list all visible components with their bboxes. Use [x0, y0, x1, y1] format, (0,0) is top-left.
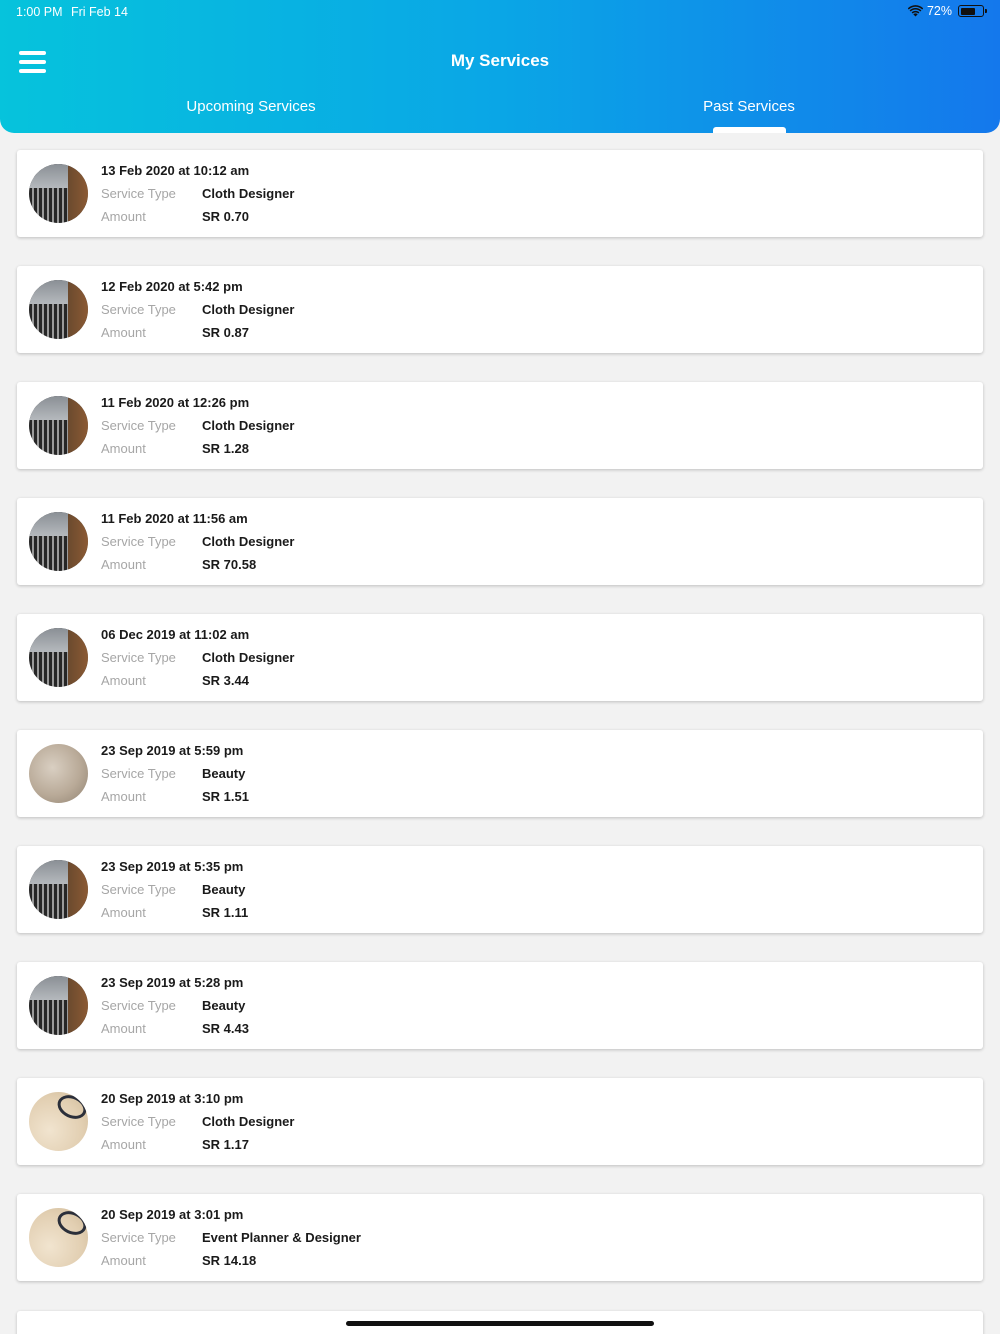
service-date: 23 Sep 2019 at 5:35 pm [101, 859, 244, 874]
service-card[interactable]: 13 Feb 2020 at 10:12 am Service Type Cloth… [17, 150, 983, 237]
service-type-label: Service Type [101, 302, 176, 317]
amount-label: Amount [101, 441, 146, 456]
service-type-label: Service Type [101, 650, 176, 665]
service-thumbnail [29, 164, 88, 223]
service-type-value: Cloth Designer [202, 302, 295, 317]
service-thumbnail [29, 396, 88, 455]
amount-label: Amount [101, 789, 146, 804]
page-title: My Services [450, 51, 550, 70]
service-card[interactable]: 20 Sep 2019 at 3:01 pm Service Type Event … [17, 1194, 983, 1281]
service-card[interactable]: 11 Feb 2020 at 12:26 pm Service Type Cloth… [17, 382, 983, 469]
amount-label: Amount [101, 1137, 146, 1152]
service-card[interactable]: 11 Feb 2020 at 11:56 am Service Type Cloth… [17, 498, 983, 585]
amount-value: SR 1.11 [202, 905, 249, 920]
service-card[interactable]: 23 Sep 2019 at 5:59 pm Service Type Beauty… [17, 730, 983, 817]
service-thumbnail [29, 1208, 88, 1267]
tab-past-services[interactable]: Past Services [648, 98, 850, 115]
amount-label: Amount [101, 1253, 146, 1268]
service-card[interactable]: 12 Feb 2020 at 5:42 pm Service Type Cloth … [17, 266, 983, 353]
service-card[interactable]: 06 Dec 2019 at 11:02 am Service Type Cloth… [17, 614, 983, 701]
battery-cap [985, 9, 987, 13]
service-type-value: Cloth Designer [202, 650, 295, 665]
service-type-value: Beauty [202, 882, 246, 897]
service-date: 20 Sep 2019 at 3:10 pm [101, 1091, 244, 1106]
amount-value: SR 70.58 [202, 557, 257, 572]
amount-value: SR 0.70 [202, 209, 249, 224]
service-type-value: Cloth Designer [202, 534, 295, 549]
amount-value: SR 4.43 [202, 1021, 249, 1036]
amount-label: Amount [101, 325, 146, 340]
service-type-label: Service Type [101, 1114, 176, 1129]
home-indicator[interactable] [346, 1321, 654, 1326]
amount-label: Amount [101, 1021, 146, 1036]
service-type-value: Beauty [202, 766, 246, 781]
service-type-value: Event Planner & Designer [202, 1230, 361, 1245]
service-type-value: Beauty [202, 998, 246, 1013]
service-thumbnail [29, 976, 88, 1035]
status-date: Fri Feb 14 [71, 5, 128, 19]
service-date: 23 Sep 2019 at 5:59 pm [101, 743, 244, 758]
amount-value: SR 1.28 [202, 441, 249, 456]
battery-percent: 72% [926, 4, 952, 18]
service-thumbnail [29, 744, 88, 803]
service-thumbnail [29, 280, 88, 339]
service-type-label: Service Type [101, 534, 176, 549]
amount-value: SR 0.87 [202, 325, 249, 340]
service-type-label: Service Type [101, 186, 176, 201]
battery-icon [958, 5, 987, 17]
service-thumbnail [29, 860, 88, 919]
amount-label: Amount [101, 209, 146, 224]
service-type-label: Service Type [101, 882, 176, 897]
amount-label: Amount [101, 557, 146, 572]
service-date: 11 Feb 2020 at 12:26 pm [101, 395, 250, 410]
service-date: 13 Feb 2020 at 10:12 am [101, 163, 250, 178]
service-type-label: Service Type [101, 418, 176, 433]
service-card[interactable]: 20 Sep 2019 at 3:10 pm Service Type Cloth … [17, 1078, 983, 1165]
amount-value: SR 1.51 [202, 789, 249, 804]
service-date: 11 Feb 2020 at 11:56 am [101, 511, 248, 526]
battery-fill [960, 7, 975, 15]
amount-value: SR 14.18 [202, 1253, 257, 1268]
service-date: 06 Dec 2019 at 11:02 am [101, 627, 250, 642]
service-date: 12 Feb 2020 at 5:42 pm [101, 279, 243, 294]
service-type-value: Cloth Designer [202, 186, 295, 201]
service-type-label: Service Type [101, 998, 176, 1013]
service-type-value: Cloth Designer [202, 1114, 295, 1129]
service-date: 20 Sep 2019 at 3:01 pm [101, 1207, 244, 1222]
service-card[interactable]: 23 Sep 2019 at 5:35 pm Service Type Beauty… [17, 846, 983, 933]
service-thumbnail [29, 1092, 88, 1151]
status-time: 1:00 PM [16, 5, 63, 19]
amount-value: SR 1.17 [202, 1137, 249, 1152]
amount-value: SR 3.44 [202, 673, 249, 688]
service-type-value: Cloth Designer [202, 418, 295, 433]
service-thumbnail [29, 628, 88, 687]
wifi-icon [907, 5, 923, 17]
amount-label: Amount [101, 905, 146, 920]
status-indicators: 72% [907, 4, 987, 18]
service-date: 23 Sep 2019 at 5:28 pm [101, 975, 244, 990]
tab-upcoming-services[interactable]: Upcoming Services [150, 98, 352, 115]
app-header: 1:00 PM Fri Feb 14 72% My Services Upcom… [0, 0, 1000, 133]
service-card[interactable]: 23 Sep 2019 at 5:28 pm Service Type Beauty… [17, 962, 983, 1049]
service-thumbnail [29, 512, 88, 571]
service-type-label: Service Type [101, 766, 176, 781]
active-tab-indicator [713, 127, 786, 133]
amount-label: Amount [101, 673, 146, 688]
status-bar: 1:00 PM Fri Feb 14 72% [0, 0, 1000, 24]
service-type-label: Service Type [101, 1230, 176, 1245]
